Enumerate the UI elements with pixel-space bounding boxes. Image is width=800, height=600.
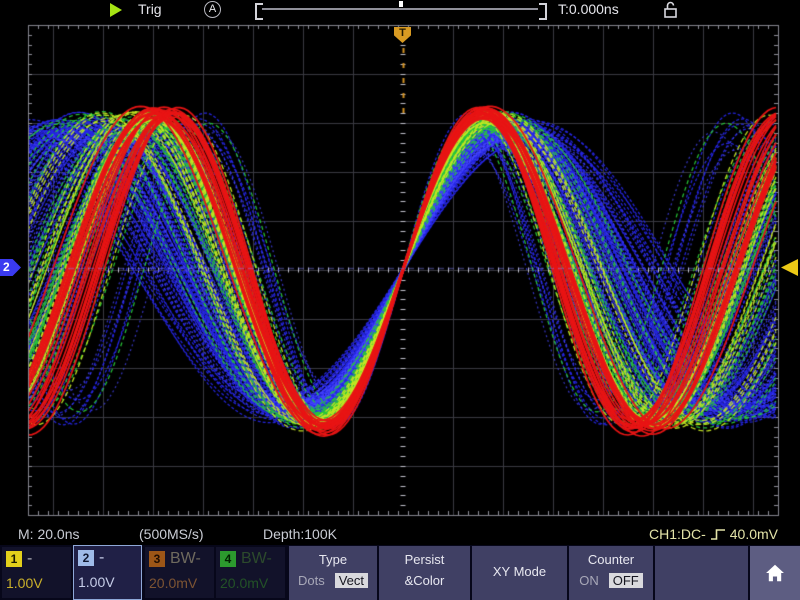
window-position-marker[interactable] [399,1,403,7]
channel-box-ch2[interactable]: 2 - 1.00V [73,545,142,600]
time-offset-label: T:0.000ns [558,1,619,17]
position-bar-right-bracket [539,3,547,20]
menu-xy-mode-button[interactable]: XY Mode [472,546,567,600]
ch4-scale-value: 20.0mV [220,575,281,591]
menu-persist-button[interactable]: Persist &Color [379,546,470,600]
rising-edge-icon [710,528,726,541]
position-bar-left-bracket [255,3,263,20]
record-depth-label: Depth:100K [263,526,337,542]
trigger-info: CH1:DC- 40.0mV [649,526,778,542]
ch3-bandwidth-label: BW- [170,550,201,568]
type-option-dots[interactable]: Dots [298,573,325,588]
trigger-level-label: 40.0mV [730,526,778,542]
menu-counter-button[interactable]: Counter ON OFF [569,546,653,600]
timebase-label: M: 20.0ns [18,526,79,542]
persist-subtitle: &Color [379,573,470,588]
sample-rate-label: (500MS/s) [139,526,204,542]
ch1-coupling-label: - [27,550,32,568]
ch3-scale-value: 20.0mV [149,575,210,591]
ch2-coupling-label: - [99,549,104,567]
auto-trigger-mode-icon: A [204,1,221,18]
top-status-bar: Trig A T:0.000ns [0,0,800,20]
counter-title: Counter [569,552,653,567]
channel-box-ch4[interactable]: 4 BW- 20.0mV [216,547,285,598]
counter-option-off[interactable]: OFF [609,573,643,588]
ch2-scale-value: 1.00V [78,574,137,590]
ch2-badge: 2 [78,550,94,566]
horizontal-position-bar[interactable] [262,8,538,10]
type-title: Type [289,552,377,567]
acquisition-status-bar: M: 20.0ns (500MS/s) Depth:100K CH1:DC- 4… [0,526,800,544]
ch1-badge: 1 [6,551,22,567]
xy-mode-label: XY Mode [472,564,567,579]
ch3-badge: 3 [149,551,165,567]
ch1-scale-value: 1.00V [6,575,67,591]
ch4-bandwidth-label: BW- [241,550,272,568]
bottom-menu-bar: 1 - 1.00V 2 - 1.00V 3 BW- 20.0mV 4 BW- 2… [0,545,800,600]
persist-title: Persist [379,552,470,567]
home-button[interactable] [750,546,800,600]
unlock-icon[interactable] [663,1,678,18]
run-state-play-icon[interactable] [110,3,122,17]
scope-display [0,0,800,545]
type-option-vect[interactable]: Vect [335,573,368,588]
counter-option-on[interactable]: ON [579,573,599,588]
home-icon [764,562,786,584]
trig-label: Trig [138,1,162,17]
menu-empty-cell [655,546,748,600]
menu-type-button[interactable]: Type Dots Vect [289,546,377,600]
channel-box-ch3[interactable]: 3 BW- 20.0mV [145,547,214,598]
channel-box-ch1[interactable]: 1 - 1.00V [2,547,71,598]
trigger-source-label: CH1:DC- [649,526,706,542]
ch4-badge: 4 [220,551,236,567]
